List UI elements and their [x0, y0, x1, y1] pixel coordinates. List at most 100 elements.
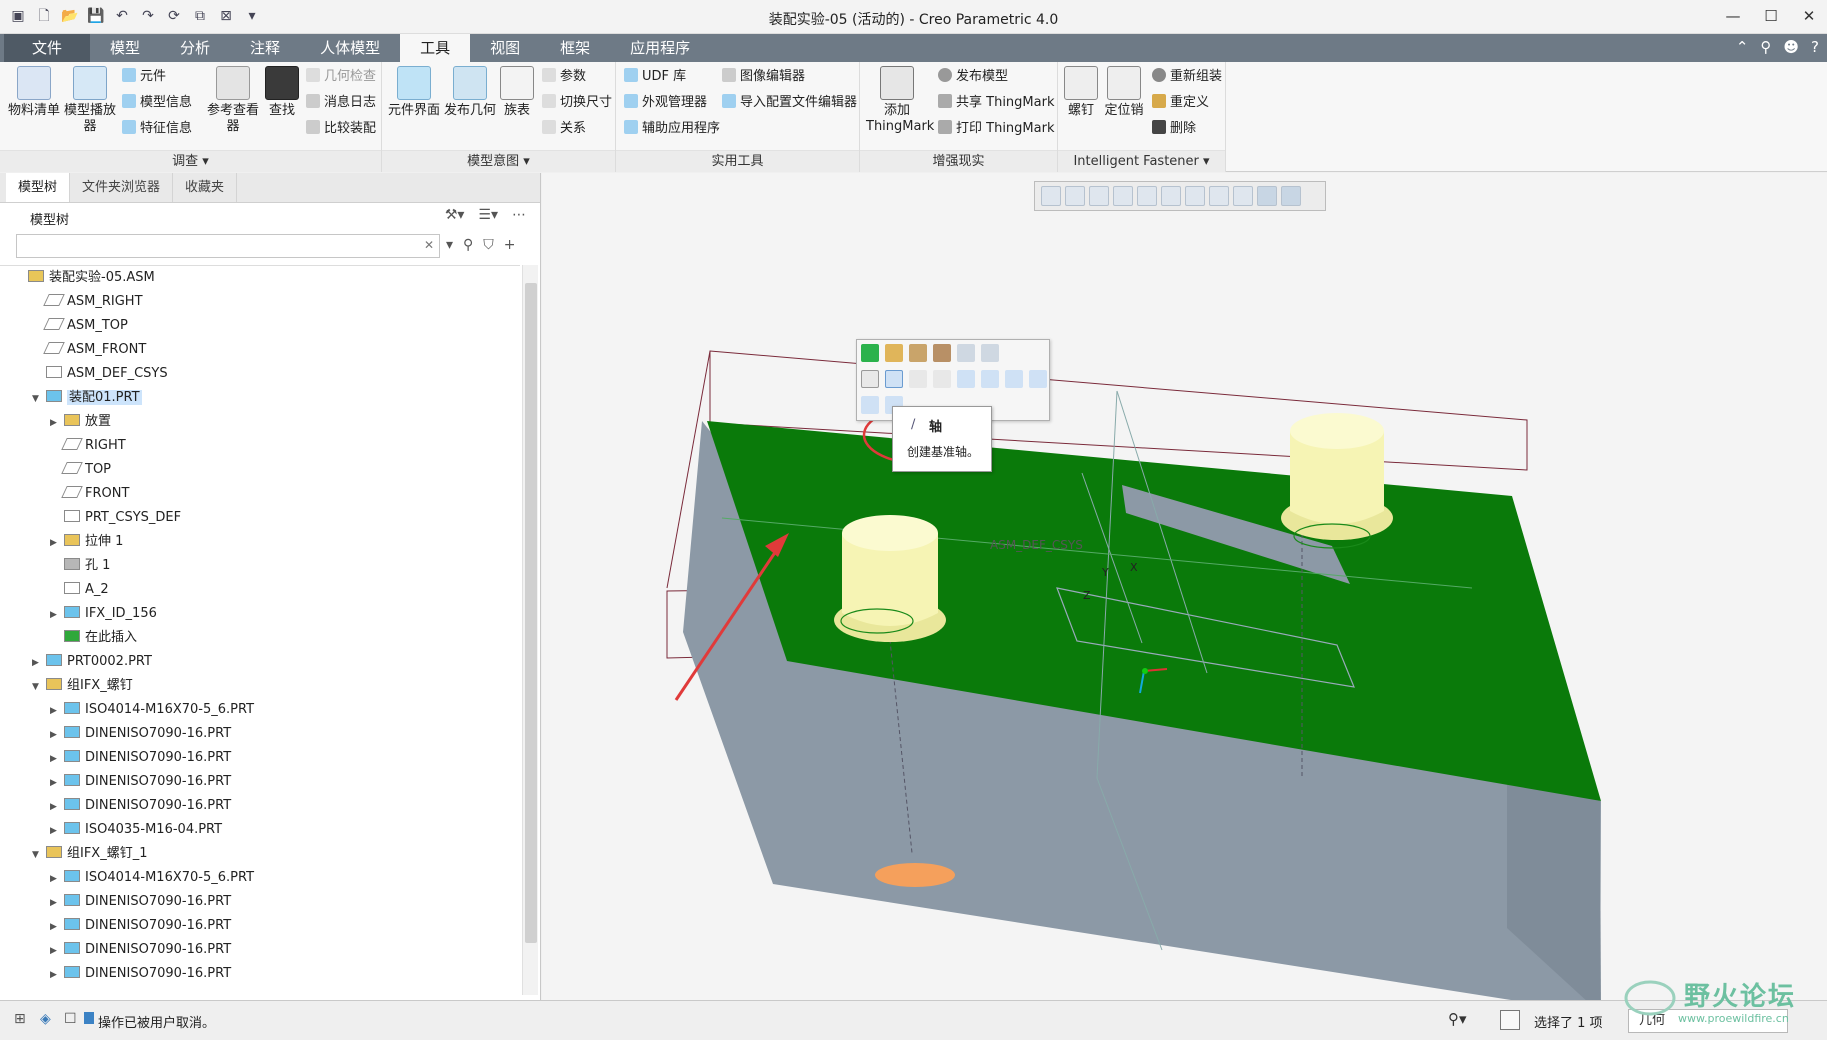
tree-columns-icon[interactable]: ☰▾: [478, 207, 498, 223]
open-icon[interactable]: [885, 344, 903, 362]
funnel-icon[interactable]: ⛉: [483, 237, 494, 253]
tree-toggle-icon[interactable]: ▶: [50, 411, 64, 435]
tree-item[interactable]: ▶ ISO4014-M16X70-5_6.PRT: [50, 866, 254, 890]
add-icon[interactable]: +: [504, 237, 516, 253]
geometry-check-button[interactable]: 几何检查: [306, 68, 376, 86]
tab-tools[interactable]: 工具: [400, 34, 471, 62]
view-manager-icon[interactable]: [1185, 186, 1205, 206]
navigator-toggle-icon[interactable]: ⊞: [14, 1011, 26, 1027]
tab-analysis[interactable]: 分析: [160, 34, 230, 62]
tree-filter-icon[interactable]: ⋯: [512, 207, 526, 223]
family-table-button[interactable]: 族表: [500, 66, 534, 119]
tree-toggle-icon[interactable]: ▶: [50, 531, 64, 555]
search-dropdown-icon[interactable]: ▾: [446, 237, 453, 253]
share-thingmark-button[interactable]: 共享 ThingMark: [938, 94, 1054, 112]
tree-toggle-icon[interactable]: ▶: [32, 651, 46, 675]
tree-search-input[interactable]: [16, 234, 440, 258]
search-icon[interactable]: ⚲: [1760, 38, 1771, 56]
tree-item[interactable]: RIGHT: [50, 434, 126, 458]
component-interface-button[interactable]: 元件界面: [388, 66, 440, 119]
community-icon[interactable]: ☻: [1783, 38, 1799, 56]
group-label-model-intent[interactable]: 模型意图 ▾: [382, 150, 615, 172]
minimize-icon[interactable]: —: [1723, 6, 1743, 26]
message-log-button[interactable]: 消息日志: [306, 94, 376, 112]
tree-settings-icon[interactable]: ⚒▾: [445, 207, 465, 223]
fullscreen-icon[interactable]: ☐: [64, 1011, 77, 1027]
tab-framework[interactable]: 框架: [540, 34, 610, 62]
tree-item[interactable]: ▶ ISO4035-M16-04.PRT: [50, 818, 222, 842]
tree-toggle-icon[interactable]: ▶: [50, 723, 64, 747]
tree-toggle-icon[interactable]: ▶: [50, 747, 64, 771]
pin-button[interactable]: 定位销: [1102, 66, 1146, 119]
graphics-window[interactable]: ASM_DEF_CSYS X Y Z ∕ 轴 创建基准轴。: [542, 173, 1827, 1000]
reference-viewer-button[interactable]: 参考查看器: [206, 66, 260, 135]
tree-item[interactable]: FRONT: [50, 482, 129, 506]
bom-button[interactable]: 物料清单: [8, 66, 60, 119]
switch-dimensions-button[interactable]: 切换尺寸: [542, 94, 612, 112]
print-thingmark-button[interactable]: 打印 ThingMark: [938, 120, 1054, 138]
tab-annotate[interactable]: 注释: [230, 34, 300, 62]
annotation-display-icon[interactable]: [1257, 186, 1277, 206]
repaint-icon[interactable]: [1113, 186, 1133, 206]
model-player-button[interactable]: 模型播放器: [64, 66, 116, 135]
appearance-manager-button[interactable]: 外观管理器: [624, 94, 707, 112]
tree-item[interactable]: ASM_RIGHT: [32, 290, 143, 314]
perspective-icon[interactable]: [1209, 186, 1229, 206]
plane-icon[interactable]: [861, 370, 879, 388]
tree-item[interactable]: PRT_CSYS_DEF: [50, 506, 181, 530]
tree-toggle-icon[interactable]: ▶: [50, 891, 64, 915]
auxiliary-apps-button[interactable]: 辅助应用程序: [624, 120, 720, 138]
axis-icon[interactable]: [885, 370, 903, 388]
tree-toggle-icon[interactable]: ▶: [50, 819, 64, 843]
saved-orientations-icon[interactable]: [1161, 186, 1181, 206]
tab-manikin[interactable]: 人体模型: [300, 34, 400, 62]
parameters-button[interactable]: 参数: [542, 68, 586, 86]
component-placement-icon[interactable]: [861, 344, 879, 362]
delete-button[interactable]: 删除: [1152, 120, 1196, 138]
group-label-fastener[interactable]: Intelligent Fastener ▾: [1058, 150, 1225, 172]
tree-toggle-icon[interactable]: ▶: [50, 771, 64, 795]
tree-item[interactable]: ▼ 装配01.PRT: [32, 386, 142, 410]
point-icon[interactable]: [909, 370, 927, 388]
tree-item[interactable]: ▶ DINENISO7090-16.PRT: [50, 938, 231, 962]
tree-item[interactable]: 在此插入: [50, 626, 137, 650]
tree-item[interactable]: ▶ DINENISO7090-16.PRT: [50, 962, 231, 986]
collapse-ribbon-icon[interactable]: ⌃: [1736, 38, 1749, 56]
tree-toggle-icon[interactable]: ▶: [50, 963, 64, 987]
part-icon[interactable]: [981, 370, 999, 388]
tree-item[interactable]: ▶ 拉伸 1: [50, 530, 123, 554]
component-button[interactable]: 元件: [122, 68, 166, 86]
tree-item[interactable]: TOP: [50, 458, 111, 482]
tab-model[interactable]: 模型: [90, 34, 160, 62]
select-box-icon[interactable]: [957, 344, 975, 362]
datum-display-icon[interactable]: [1233, 186, 1253, 206]
tree-item[interactable]: ▼ 组IFX_螺钉: [32, 674, 133, 698]
find-button[interactable]: 查找: [264, 66, 300, 119]
sketch-icon[interactable]: [957, 370, 975, 388]
display-style-icon[interactable]: [1137, 186, 1157, 206]
publish-model-button[interactable]: 发布模型: [938, 68, 1008, 86]
selection-list-icon[interactable]: [1500, 1010, 1520, 1030]
csys-icon[interactable]: [933, 370, 951, 388]
tree-item[interactable]: ASM_FRONT: [32, 338, 146, 362]
tree-toggle-icon[interactable]: ▼: [32, 843, 46, 867]
tree-item[interactable]: ▶ DINENISO7090-16.PRT: [50, 722, 231, 746]
tree-toggle-icon[interactable]: ▶: [50, 699, 64, 723]
model-info-button[interactable]: 模型信息: [122, 94, 192, 112]
tree-toggle-icon[interactable]: ▶: [50, 603, 64, 627]
group-label-investigate[interactable]: 调查 ▾: [0, 150, 381, 172]
fill-icon[interactable]: [933, 344, 951, 362]
relations-button[interactable]: 关系: [542, 120, 586, 138]
tab-applications[interactable]: 应用程序: [610, 34, 710, 62]
browser-toggle-icon[interactable]: ◈: [40, 1011, 51, 1027]
tab-favorites[interactable]: 收藏夹: [173, 173, 238, 202]
datum-dropdown-icon[interactable]: [981, 344, 999, 362]
maximize-icon[interactable]: ☐: [1761, 6, 1781, 26]
tree-item[interactable]: ▶ ISO4014-M16X70-5_6.PRT: [50, 698, 254, 722]
clear-search-icon[interactable]: ✕: [424, 238, 434, 252]
tree-item[interactable]: ▶ PRT0002.PRT: [32, 650, 152, 674]
tree-item[interactable]: 孔 1: [50, 554, 110, 578]
tree-toggle-icon[interactable]: ▼: [32, 387, 46, 411]
compare-assembly-button[interactable]: 比较装配: [306, 120, 376, 138]
model-canvas[interactable]: ASM_DEF_CSYS X Y Z: [542, 173, 1827, 1000]
